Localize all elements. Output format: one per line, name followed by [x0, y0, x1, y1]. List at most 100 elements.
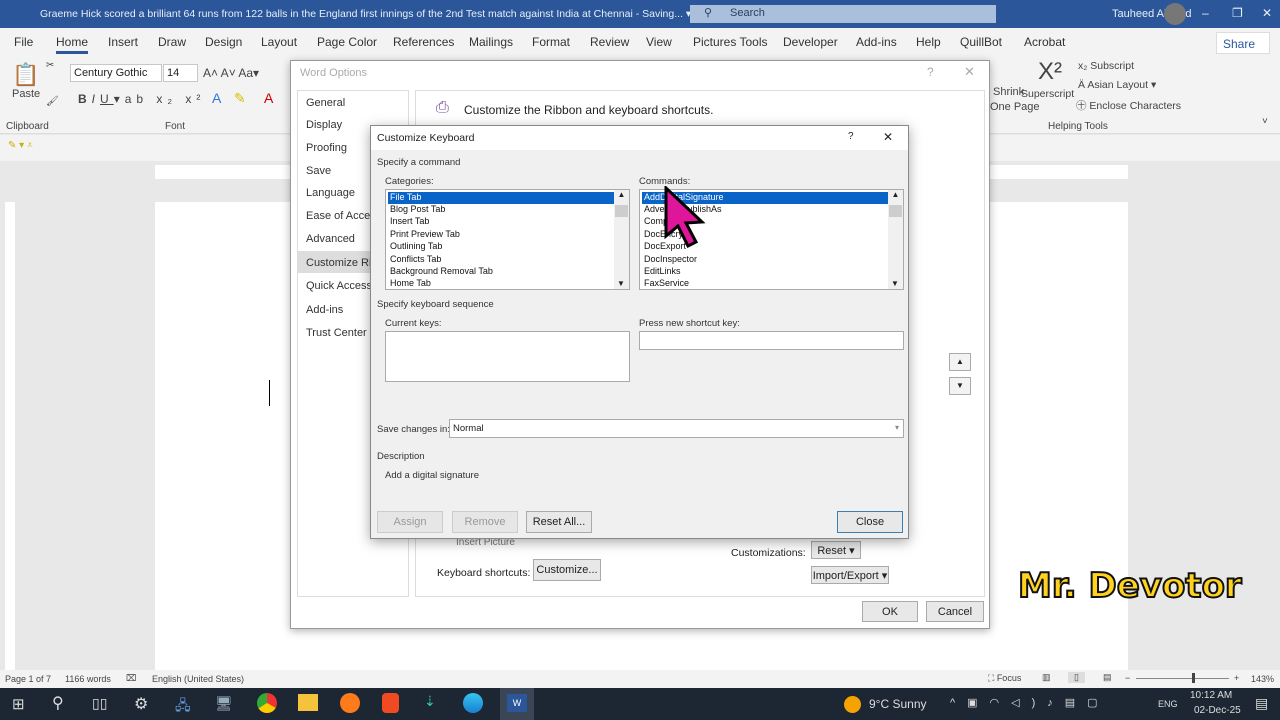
font-color-icon[interactable]: A	[264, 90, 273, 106]
system-tray-icons[interactable]: ^▣◠◁)♪▤▢	[950, 696, 1110, 709]
list-item[interactable]: File Tab	[388, 192, 614, 204]
format-painter-icon[interactable]: 🖌	[46, 96, 59, 107]
clock-time[interactable]: 10:12 AM	[1190, 690, 1232, 701]
categories-list[interactable]: File Tab Blog Post Tab Insert Tab Print …	[385, 189, 630, 290]
superscript-icon[interactable]: X²	[1038, 58, 1062, 86]
tab-layout[interactable]: Layout	[261, 35, 297, 49]
edge-icon[interactable]	[463, 693, 483, 713]
list-item[interactable]: EditLinks	[642, 266, 681, 278]
focus-icon[interactable]: ⛶ Focus	[988, 673, 1021, 684]
tab-home[interactable]: Home	[56, 35, 89, 54]
nav-trust-center[interactable]: Trust Center	[306, 327, 367, 339]
settings-icon[interactable]: ⚙	[134, 694, 148, 714]
cut-icon[interactable]: ✂	[46, 60, 54, 71]
app-icon[interactable]: ⇣	[424, 693, 436, 710]
network-app-icon[interactable]: 🖧	[175, 695, 191, 719]
move-up-button[interactable]: ▲	[949, 353, 971, 371]
shrink-label[interactable]: Shrink	[993, 86, 1024, 98]
nav-add-ins[interactable]: Add-ins	[306, 304, 343, 316]
subscript-button[interactable]: x₂ Subscript	[1078, 60, 1134, 72]
tab-pictures-tools[interactable]: Pictures Tools	[693, 35, 767, 49]
tab-format[interactable]: Format	[532, 35, 570, 49]
tab-design[interactable]: Design	[205, 35, 242, 49]
avatar[interactable]	[1164, 3, 1186, 25]
paste-label[interactable]: Paste	[12, 88, 40, 100]
nav-general[interactable]: General	[306, 97, 345, 109]
close-icon[interactable]: ✕	[964, 64, 975, 80]
scroll-thumb[interactable]	[615, 205, 628, 217]
weather-text[interactable]: 9°C Sunny	[869, 697, 927, 711]
move-down-button[interactable]: ▼	[949, 377, 971, 395]
close-button[interactable]: Close	[837, 511, 903, 533]
paste-icon[interactable]: 📋	[12, 62, 39, 88]
list-item[interactable]: Insert Tab	[388, 216, 429, 228]
task-view-icon[interactable]: ▯▯	[92, 695, 107, 712]
nav-language[interactable]: Language	[306, 187, 355, 199]
firefox-icon[interactable]	[340, 693, 360, 713]
list-item[interactable]: Print Preview Tab	[388, 229, 460, 241]
tab-help[interactable]: Help	[916, 35, 941, 49]
proofing-icon[interactable]: ⌧	[126, 673, 136, 684]
current-keys-list[interactable]	[385, 331, 630, 382]
scroll-up-icon[interactable]: ▲	[618, 190, 626, 199]
chevron-down-icon[interactable]: ▾	[895, 423, 899, 432]
help-icon[interactable]: ?	[848, 131, 854, 142]
scroll-thumb[interactable]	[889, 205, 902, 217]
list-item[interactable]: Blog Post Tab	[388, 204, 445, 216]
tab-draw[interactable]: Draw	[158, 35, 186, 49]
cancel-button[interactable]: Cancel	[926, 601, 984, 622]
text-effects-icon[interactable]: A	[212, 90, 221, 106]
word-taskbar-button[interactable]: W	[500, 688, 534, 720]
brave-icon[interactable]	[382, 693, 399, 713]
list-item[interactable]: Outlining Tab	[388, 241, 442, 253]
list-item[interactable]: Home Tab	[388, 278, 431, 290]
tab-acrobat[interactable]: Acrobat	[1024, 35, 1065, 49]
list-item[interactable]: DocInspector	[642, 254, 697, 266]
nav-advanced[interactable]: Advanced	[306, 233, 355, 245]
highlight-icon[interactable]: ✎	[234, 90, 246, 107]
help-icon[interactable]: ?	[927, 65, 934, 79]
draw-pen-icon[interactable]: ✎ ▾ ⩡	[8, 140, 33, 151]
share-button[interactable]: Share	[1216, 32, 1270, 54]
tab-developer[interactable]: Developer	[783, 35, 838, 49]
zoom-in-icon[interactable]: +	[1234, 673, 1239, 683]
notifications-icon[interactable]: ▤	[1255, 695, 1268, 712]
document-title[interactable]: Graeme Hick scored a brilliant 64 runs f…	[40, 8, 691, 20]
reset-all-button[interactable]: Reset All...	[526, 511, 592, 533]
file-explorer-icon[interactable]	[298, 694, 318, 711]
one-page-label[interactable]: One Page	[990, 101, 1040, 113]
clock-date[interactable]: 02-Dec-25	[1194, 705, 1241, 716]
reset-dropdown-button[interactable]: Reset ▾	[811, 541, 861, 559]
zoom-slider-thumb[interactable]	[1192, 673, 1195, 683]
tab-insert[interactable]: Insert	[108, 35, 138, 49]
minimize-icon[interactable]: –	[1202, 6, 1209, 20]
nav-proofing[interactable]: Proofing	[306, 142, 347, 154]
enclose-characters-button[interactable]: ㊉ Enclose Characters	[1076, 98, 1181, 113]
font-name-dropdown[interactable]: Century Gothic	[70, 64, 162, 82]
restore-icon[interactable]: ❐	[1232, 6, 1243, 20]
tab-review[interactable]: Review	[590, 35, 629, 49]
search-box[interactable]: ⚲ Search	[690, 5, 996, 23]
search-icon[interactable]: ⚲	[52, 693, 64, 713]
superscript-label[interactable]: Superscript	[1021, 88, 1074, 100]
categories-scrollbar[interactable]: ▲ ▼	[614, 190, 629, 289]
import-export-dropdown-button[interactable]: Import/Export ▾	[811, 566, 889, 584]
windows-start-icon[interactable]: ⊞	[12, 695, 25, 713]
list-item[interactable]: Conflicts Tab	[388, 254, 441, 266]
tab-page-color[interactable]: Page Color	[317, 35, 377, 49]
read-mode-icon[interactable]: ▥	[1042, 672, 1051, 683]
remote-desktop-icon[interactable]: 🖥	[215, 695, 233, 712]
tab-quillbot[interactable]: QuillBot	[960, 35, 1002, 49]
new-shortcut-input[interactable]	[639, 331, 904, 350]
save-changes-dropdown[interactable]: Normal ▾	[449, 419, 904, 438]
commands-scrollbar[interactable]: ▲ ▼	[888, 190, 903, 289]
remove-button[interactable]: Remove	[452, 511, 518, 533]
tab-references[interactable]: References	[393, 35, 454, 49]
nav-display[interactable]: Display	[306, 119, 342, 131]
tab-view[interactable]: View	[646, 35, 672, 49]
web-layout-icon[interactable]: ▤	[1103, 672, 1112, 683]
print-layout-icon[interactable]: ▯	[1068, 672, 1085, 683]
language-status[interactable]: English (United States)	[152, 674, 244, 684]
assign-button[interactable]: Assign	[377, 511, 443, 533]
ok-button[interactable]: OK	[862, 601, 918, 622]
